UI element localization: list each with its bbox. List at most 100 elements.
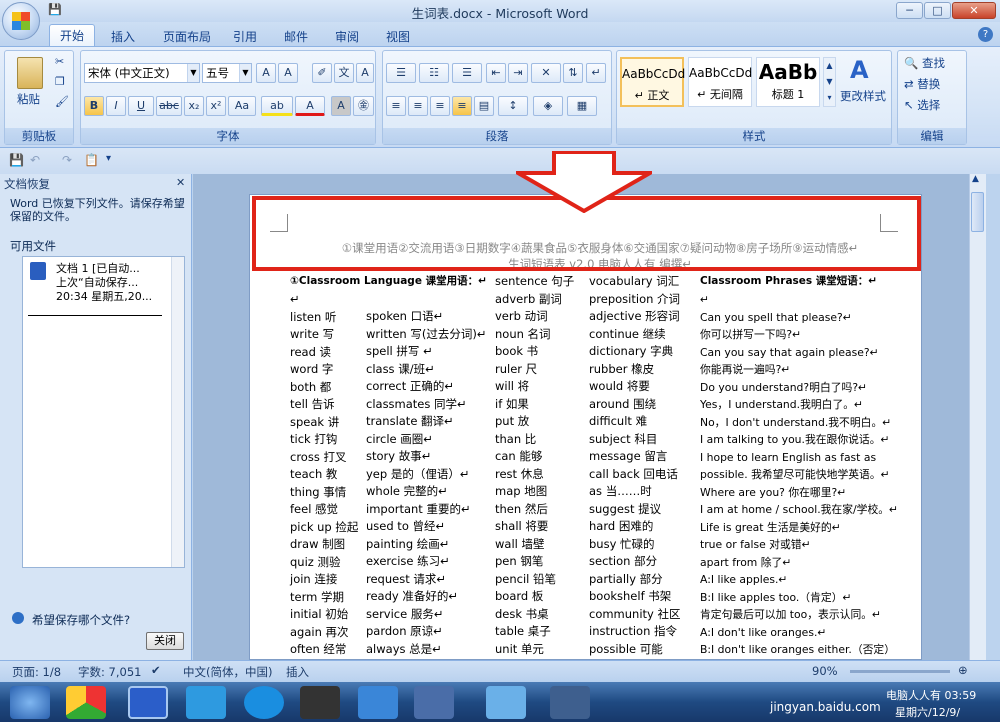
bold-button[interactable]: B <box>84 96 104 116</box>
align-right-button[interactable]: ≡ <box>430 96 450 116</box>
decrease-indent-button[interactable]: ⇤ <box>486 63 506 83</box>
zoom-in-icon[interactable]: ⊕ <box>958 663 968 677</box>
office-button[interactable] <box>2 2 40 40</box>
page-count[interactable]: 页面: 1/8 <box>12 664 61 680</box>
app-icon[interactable] <box>550 686 590 719</box>
tab-home[interactable]: 开始 <box>49 24 95 47</box>
maximize-button[interactable]: □ <box>924 2 951 19</box>
phrase-entry: B:I don't like oranges either.（否定） <box>700 643 896 656</box>
numbering-button[interactable]: ☷ <box>419 63 449 83</box>
italic-button[interactable]: I <box>106 96 126 116</box>
font-color-button[interactable]: A <box>295 96 325 116</box>
align-center-button[interactable]: ≡ <box>408 96 428 116</box>
char-shading-button[interactable]: A <box>331 96 351 116</box>
char-border-button[interactable]: A <box>356 63 374 83</box>
close-pane-button[interactable]: 关闭 <box>146 632 184 650</box>
vertical-scrollbar[interactable]: ▲ <box>969 174 986 660</box>
paste-label[interactable]: 粘贴 <box>17 91 40 107</box>
superscript-button[interactable]: x² <box>206 96 226 116</box>
cut-icon[interactable]: ✂ <box>55 55 64 68</box>
select-button[interactable]: ↖ 选择 <box>904 97 940 113</box>
save-icon[interactable]: 💾 <box>9 153 24 167</box>
word-entry: classmates 同学↵ <box>366 396 467 411</box>
find-button[interactable]: 🔍 查找 <box>904 55 945 71</box>
tab-view[interactable]: 视图 <box>381 26 415 46</box>
strikethrough-button[interactable]: abc <box>156 96 182 116</box>
tab-review[interactable]: 审阅 <box>330 26 364 46</box>
grow-font-button[interactable]: A <box>256 63 276 83</box>
style-heading-1[interactable]: AaBb 标题 1 <box>756 57 820 107</box>
distributed-button[interactable]: ▤ <box>474 96 494 116</box>
font-size-combo[interactable]: 五号 ▼ <box>202 63 252 83</box>
enclose-char-button[interactable]: ㊎ <box>353 96 374 116</box>
style-no-spacing[interactable]: AaBbCcDd ↵ 无间隔 <box>688 57 752 107</box>
shading-button[interactable]: ◈ <box>533 96 563 116</box>
clear-format-button[interactable]: ✐ <box>312 63 332 83</box>
replace-button[interactable]: ⇄ 替换 <box>904 76 940 92</box>
undo-icon[interactable]: ↶ <box>30 153 40 167</box>
desktop-icon[interactable] <box>414 686 454 719</box>
pinyin-button[interactable]: 文 <box>334 63 354 83</box>
tab-mailings[interactable]: 邮件 <box>279 26 313 46</box>
browser-icon[interactable] <box>186 686 226 719</box>
underline-button[interactable]: U <box>128 96 154 116</box>
close-icon[interactable]: ✕ <box>176 176 185 189</box>
tray-date[interactable]: 星期六/12/9/ <box>895 704 960 720</box>
tab-insert[interactable]: 插入 <box>106 26 140 46</box>
file-list-scrollbar[interactable] <box>171 257 184 567</box>
scroll-thumb[interactable] <box>971 192 984 232</box>
shrink-font-button[interactable]: A <box>278 63 298 83</box>
tray-clock[interactable]: 电脑人人有 03:59 <box>886 687 976 703</box>
media-icon[interactable] <box>486 686 526 719</box>
ie-icon[interactable] <box>358 686 398 719</box>
change-styles-label[interactable]: 更改样式 <box>840 88 886 104</box>
help-icon[interactable]: ? <box>978 27 993 42</box>
customize-icon[interactable]: ▾ <box>106 153 111 164</box>
multilevel-list-button[interactable]: ☰ <box>452 63 482 83</box>
copy-icon[interactable]: ❐ <box>55 75 65 88</box>
styles-scroll[interactable]: ▲ ▼ ▾ <box>823 57 836 107</box>
font-name-combo[interactable]: 宋体 (中文正文) ▼ <box>84 63 200 83</box>
word-count[interactable]: 字数: 7,051 <box>78 664 141 680</box>
scroll-up-icon[interactable]: ▲ <box>972 174 979 184</box>
chrome-icon[interactable] <box>66 686 106 719</box>
language[interactable]: 中文(简体，中国) <box>183 664 272 680</box>
redo-icon[interactable]: ↷ <box>62 153 72 167</box>
word-entry: verb 动词 <box>495 309 548 323</box>
chinese-layout-button[interactable]: ✕ <box>531 63 561 83</box>
start-button[interactable] <box>10 686 50 719</box>
insert-mode[interactable]: 插入 <box>286 664 309 680</box>
format-painter-icon[interactable]: 🖌 <box>55 95 69 108</box>
zoom-slider[interactable] <box>850 670 950 673</box>
recovered-file-item[interactable]: 文档 1 [已自动... 上次“自动保存... 20:34 星期五,20... <box>56 262 152 304</box>
highlight-button[interactable]: ab <box>261 96 293 116</box>
zoom-level[interactable]: 90% <box>812 664 838 678</box>
line-spacing-button[interactable]: ↕ <box>498 96 528 116</box>
sort-button[interactable]: ⇅ <box>563 63 583 83</box>
close-button[interactable]: ✕ <box>952 2 996 19</box>
show-marks-button[interactable]: ↵ <box>586 63 606 83</box>
bullets-button[interactable]: ☰ <box>386 63 416 83</box>
subscript-button[interactable]: x₂ <box>184 96 204 116</box>
microphone-icon[interactable] <box>300 686 340 719</box>
sogou-icon[interactable] <box>244 686 284 719</box>
change-case-button[interactable]: Aa <box>228 96 256 116</box>
increase-indent-button[interactable]: ⇥ <box>508 63 528 83</box>
chevron-down-icon[interactable]: ▼ <box>239 64 251 82</box>
tab-references[interactable]: 引用 <box>228 26 262 46</box>
tab-page-layout[interactable]: 页面布局 <box>158 26 216 46</box>
clipboard-icon[interactable]: 📋 <box>84 153 99 167</box>
paste-icon[interactable] <box>17 57 43 89</box>
justify-button[interactable]: ≡ <box>452 96 472 116</box>
align-left-button[interactable]: ≡ <box>386 96 406 116</box>
change-styles-icon[interactable]: A <box>850 56 880 84</box>
save-icon[interactable]: 💾 <box>48 3 62 19</box>
minimize-button[interactable]: ─ <box>896 2 923 19</box>
word-icon[interactable] <box>128 686 168 719</box>
style-normal[interactable]: AaBbCcDd ↵ 正文 <box>620 57 685 107</box>
word-entry: circle 画圈↵ <box>366 431 433 446</box>
spellcheck-icon[interactable]: ✔ <box>151 663 161 677</box>
borders-button[interactable]: ▦ <box>567 96 597 116</box>
chevron-down-icon[interactable]: ▼ <box>187 64 199 82</box>
which-file-link[interactable]: 希望保存哪个文件? <box>32 612 130 628</box>
